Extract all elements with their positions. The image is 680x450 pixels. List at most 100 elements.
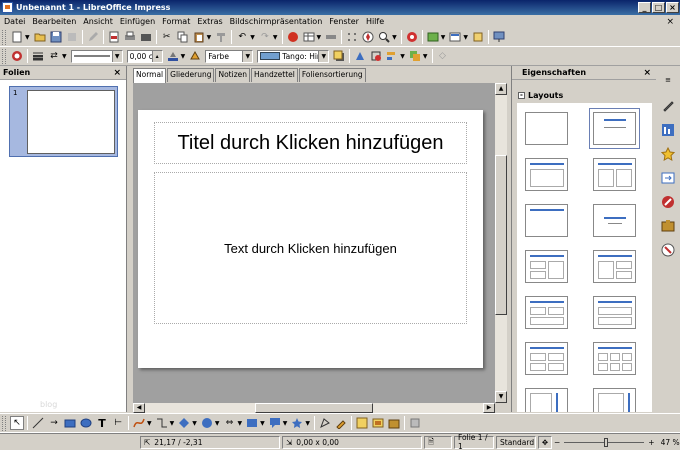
chevron-down-icon[interactable]: ▼: [25, 34, 30, 41]
menu-fenster[interactable]: Fenster: [329, 17, 359, 26]
layout-centered-text[interactable]: [593, 204, 636, 237]
chevron-down-icon[interactable]: ▼: [242, 50, 253, 62]
document-modified-icon[interactable]: 🗎: [424, 435, 452, 449]
tab-handzettel[interactable]: Handzettel: [251, 68, 298, 82]
layout-blank[interactable]: [525, 112, 568, 145]
chevron-down-icon[interactable]: ▼: [423, 53, 428, 60]
arrange-icon[interactable]: [408, 49, 422, 63]
scroll-up-button[interactable]: ▲: [495, 83, 507, 95]
sidebar-menu-icon[interactable]: ≡: [660, 72, 676, 88]
layouts-section-header[interactable]: - Layouts: [518, 91, 563, 100]
close-document-button[interactable]: ×: [666, 17, 674, 27]
body-placeholder[interactable]: Text durch Klicken hinzufügen: [154, 172, 467, 324]
fill-color-select[interactable]: Tango: Hin ▼: [257, 49, 330, 63]
curve-icon[interactable]: [132, 416, 146, 430]
arrow-line-icon[interactable]: →: [47, 416, 61, 430]
shadow-icon[interactable]: [332, 49, 346, 63]
chevron-down-icon[interactable]: ▼: [111, 50, 122, 62]
chevron-down-icon[interactable]: ▼: [250, 34, 255, 41]
menu-einfuegen[interactable]: Einfügen: [120, 17, 155, 26]
stars-icon[interactable]: [290, 416, 304, 430]
layout-title-4content[interactable]: [525, 342, 568, 375]
chevron-down-icon[interactable]: ▼: [62, 53, 67, 60]
chevron-down-icon[interactable]: ▼: [400, 53, 405, 60]
line-color-icon[interactable]: [166, 49, 180, 63]
table-icon[interactable]: [302, 30, 316, 44]
zoom-value[interactable]: 47 %: [661, 438, 680, 447]
slide-transition-icon[interactable]: [660, 170, 676, 186]
chart-icon[interactable]: [286, 30, 300, 44]
display-grid-icon[interactable]: [426, 30, 440, 44]
layout-title-two-content[interactable]: [593, 158, 636, 191]
gallery-icon[interactable]: [387, 416, 401, 430]
chevron-down-icon[interactable]: ▼: [147, 420, 152, 427]
toolbar-grip[interactable]: [2, 29, 6, 45]
extrusion-toggle-icon[interactable]: [408, 416, 422, 430]
chevron-down-icon[interactable]: ▼: [192, 420, 197, 427]
master-slides-icon[interactable]: [660, 122, 676, 138]
print-preview-icon[interactable]: [139, 30, 153, 44]
navigator-icon[interactable]: [660, 242, 676, 258]
copy-icon[interactable]: [176, 30, 190, 44]
horizontal-scroll-thumb[interactable]: [255, 403, 373, 413]
layout-title-content-2[interactable]: [525, 158, 568, 191]
slide[interactable]: Titel durch Klicken hinzufügen Text durc…: [138, 110, 483, 368]
vertical-scroll-thumb[interactable]: [495, 155, 507, 315]
chevron-down-icon[interactable]: ▼: [260, 420, 265, 427]
gallery-icon[interactable]: [660, 218, 676, 234]
new-document-icon[interactable]: [10, 30, 24, 44]
tab-gliederung[interactable]: Gliederung: [167, 68, 215, 82]
arrow-style-icon[interactable]: ⇄: [47, 49, 61, 63]
redo-icon[interactable]: ↷: [258, 30, 272, 44]
rotate-icon[interactable]: [353, 49, 367, 63]
line-properties-icon[interactable]: [31, 49, 45, 63]
slide-thumbnail-selected[interactable]: 1: [9, 86, 118, 157]
slide-transition-icon[interactable]: [10, 49, 24, 63]
layout-title-2content-content[interactable]: [525, 250, 568, 283]
layout-title-only[interactable]: [525, 204, 568, 237]
chevron-down-icon[interactable]: ▼: [215, 420, 220, 427]
slide-canvas[interactable]: Titel durch Klicken hinzufügen Text durc…: [133, 83, 495, 403]
fill-type-select[interactable]: Farbe ▼: [205, 49, 254, 63]
edit-document-icon[interactable]: [86, 30, 100, 44]
chevron-down-icon[interactable]: ▼: [441, 34, 446, 41]
chevron-down-icon[interactable]: ▼: [238, 420, 243, 427]
export-icon[interactable]: [65, 30, 79, 44]
cut-icon[interactable]: ✂: [160, 30, 174, 44]
toolbar-grip[interactable]: [2, 48, 6, 64]
chevron-down-icon[interactable]: ▼: [283, 420, 288, 427]
slide-thumbnail[interactable]: [27, 90, 115, 154]
fit-slide-icon[interactable]: ✥: [538, 435, 552, 449]
menu-format[interactable]: Format: [162, 17, 190, 26]
layout-title-content-over-content[interactable]: [593, 296, 636, 329]
chevron-down-icon[interactable]: ▼: [463, 34, 468, 41]
slide-layout-icon[interactable]: [448, 30, 462, 44]
menu-bildschirmpraesentation[interactable]: Bildschirmpräsentation: [230, 17, 323, 26]
undo-icon[interactable]: ↶: [235, 30, 249, 44]
styles-icon[interactable]: [660, 194, 676, 210]
callouts-icon[interactable]: [268, 416, 282, 430]
save-icon[interactable]: [49, 30, 63, 44]
chevron-down-icon[interactable]: ▼: [273, 34, 278, 41]
block-arrows-icon[interactable]: ⇔: [223, 416, 237, 430]
zoom-slider[interactable]: [564, 437, 645, 447]
horizontal-scrollbar[interactable]: ◀ ▶: [133, 403, 495, 413]
close-properties-pane-button[interactable]: ×: [643, 68, 651, 78]
navigator-icon[interactable]: [361, 30, 375, 44]
text-tool-icon[interactable]: T: [95, 416, 109, 430]
title-placeholder[interactable]: Titel durch Klicken hinzufügen: [154, 122, 467, 164]
tab-notizen[interactable]: Notizen: [215, 68, 250, 82]
zoom-in-button[interactable]: +: [648, 438, 654, 447]
chevron-down-icon[interactable]: ▼: [181, 53, 186, 60]
select-pointer-icon[interactable]: ↖: [10, 416, 24, 430]
tab-normal[interactable]: Normal: [133, 68, 167, 83]
link-icon[interactable]: [324, 30, 338, 44]
print-icon[interactable]: [123, 30, 137, 44]
layout-vertical-title-text[interactable]: [525, 388, 568, 412]
menu-datei[interactable]: Datei: [4, 17, 25, 26]
area-icon[interactable]: [188, 49, 202, 63]
menu-ansicht[interactable]: Ansicht: [83, 17, 113, 26]
glue-points-icon[interactable]: [334, 416, 348, 430]
clone-formatting-icon[interactable]: [214, 30, 228, 44]
basic-shapes-icon[interactable]: [177, 416, 191, 430]
